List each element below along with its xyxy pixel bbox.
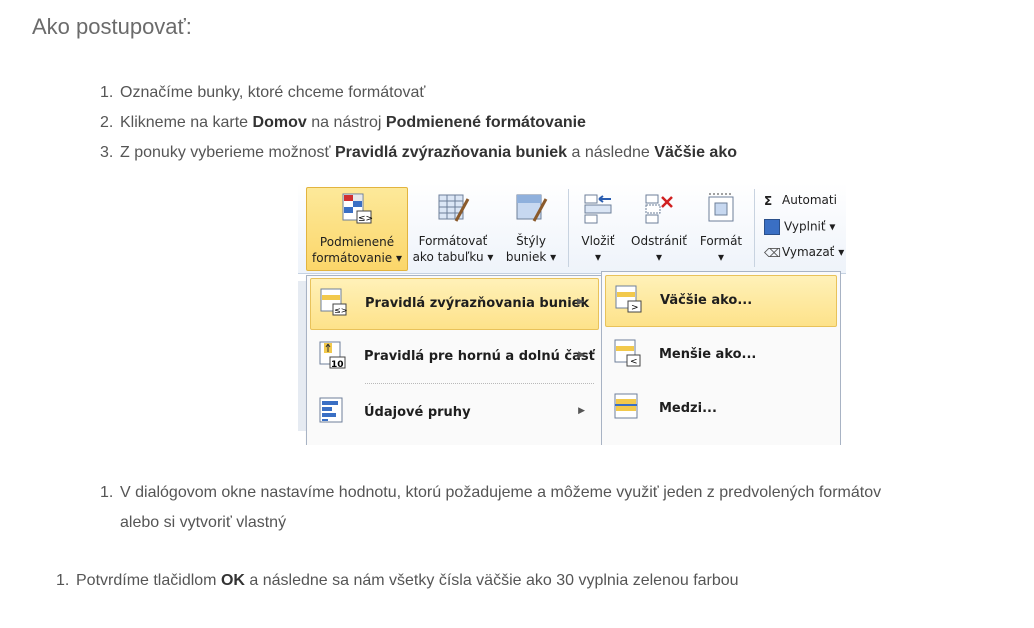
fill-down-icon [764, 219, 780, 235]
submenu-item-less-than[interactable]: < Menšie ako... [605, 330, 837, 380]
list-item: 1. V dialógovom okne nastavíme hodnotu, k… [100, 484, 882, 531]
cell-styles-icon [516, 194, 548, 222]
svg-text:≤>: ≤> [334, 306, 347, 315]
delete-button[interactable]: Odstrániť ▾ [626, 187, 692, 269]
cell-styles-button[interactable]: Štýly buniek ▾ [500, 187, 562, 269]
conditional-formatting-menu: ≤> Pravidlá zvýrazňovania buniek ▶ 10 Pr… [306, 275, 603, 445]
menu-item-data-bars[interactable]: Údajové pruhy ▶ [310, 388, 599, 438]
autosum-button[interactable]: Σ Automati [764, 193, 837, 208]
ribbon: ≤> Podmienené formátovanie ▾ Formátovať ak… [298, 183, 846, 274]
less-than-icon: < [614, 339, 641, 367]
svg-text:≤>: ≤> [358, 214, 373, 224]
steps-list: 1. Označíme bunky, ktoré chceme formátova… [100, 78, 737, 168]
svg-text:>: > [631, 303, 639, 313]
excel-ribbon-screenshot: ≤> Podmienené formátovanie ▾ Formátovať ak… [298, 183, 846, 445]
top-bottom-rules-icon: 10 [319, 341, 346, 370]
format-as-table-icon [438, 194, 470, 222]
submenu-arrow-icon: ▶ [578, 406, 585, 416]
highlight-rules-submenu: > Väčšie ako... < Menšie ako... Medzi... [601, 271, 841, 445]
conditional-formatting-button[interactable]: ≤> Podmienené formátovanie ▾ [306, 187, 408, 271]
list-item: 1. Označíme bunky, ktoré chceme formátova… [100, 84, 426, 101]
conditional-formatting-icon: ≤> [342, 193, 373, 224]
format-as-table-button[interactable]: Formátovať ako tabuľku ▾ [408, 187, 498, 269]
page-heading: Ako postupovať: [32, 14, 192, 39]
format-button[interactable]: Formát ▾ [696, 187, 746, 269]
clear-button[interactable]: ⌫Vymazať ▾ [764, 245, 844, 260]
format-cells-icon [708, 193, 734, 222]
menu-item-highlight-rules[interactable]: ≤> Pravidlá zvýrazňovania buniek ▶ [310, 278, 599, 330]
list-item: 2. Klikneme na karte Domov na nástroj Pod… [100, 114, 586, 131]
insert-cells-icon [584, 194, 612, 224]
menu-item-top-bottom-rules[interactable]: 10 Pravidlá pre hornú a dolnú časť ▶ [310, 332, 599, 382]
between-icon [614, 393, 638, 419]
menu-separator [365, 383, 594, 384]
svg-text:10: 10 [331, 360, 344, 370]
sigma-icon: Σ [764, 193, 773, 208]
submenu-arrow-icon: ▶ [577, 297, 584, 307]
fill-button[interactable]: Vyplniť ▾ [764, 219, 835, 235]
list-item: 1. Potvrdíme tlačidlom OK a následne sa n… [56, 572, 739, 589]
greater-than-icon: > [615, 285, 642, 313]
eraser-icon: ⌫ [764, 245, 781, 260]
svg-text:<: < [630, 357, 638, 367]
submenu-item-greater-than[interactable]: > Väčšie ako... [605, 275, 837, 327]
list-item: 3. Z ponuky vyberieme možnosť Pravidlá zv… [100, 144, 737, 161]
data-bars-icon [319, 397, 343, 423]
ribbon-separator [754, 189, 755, 267]
submenu-item-between[interactable]: Medzi... [605, 384, 837, 434]
delete-cells-icon [645, 194, 673, 224]
highlight-rules-icon: ≤> [320, 288, 347, 316]
sheet-edge [298, 281, 306, 431]
insert-button[interactable]: Vložiť ▾ [574, 187, 622, 269]
submenu-arrow-icon: ▶ [578, 350, 585, 360]
ribbon-separator [568, 189, 569, 267]
